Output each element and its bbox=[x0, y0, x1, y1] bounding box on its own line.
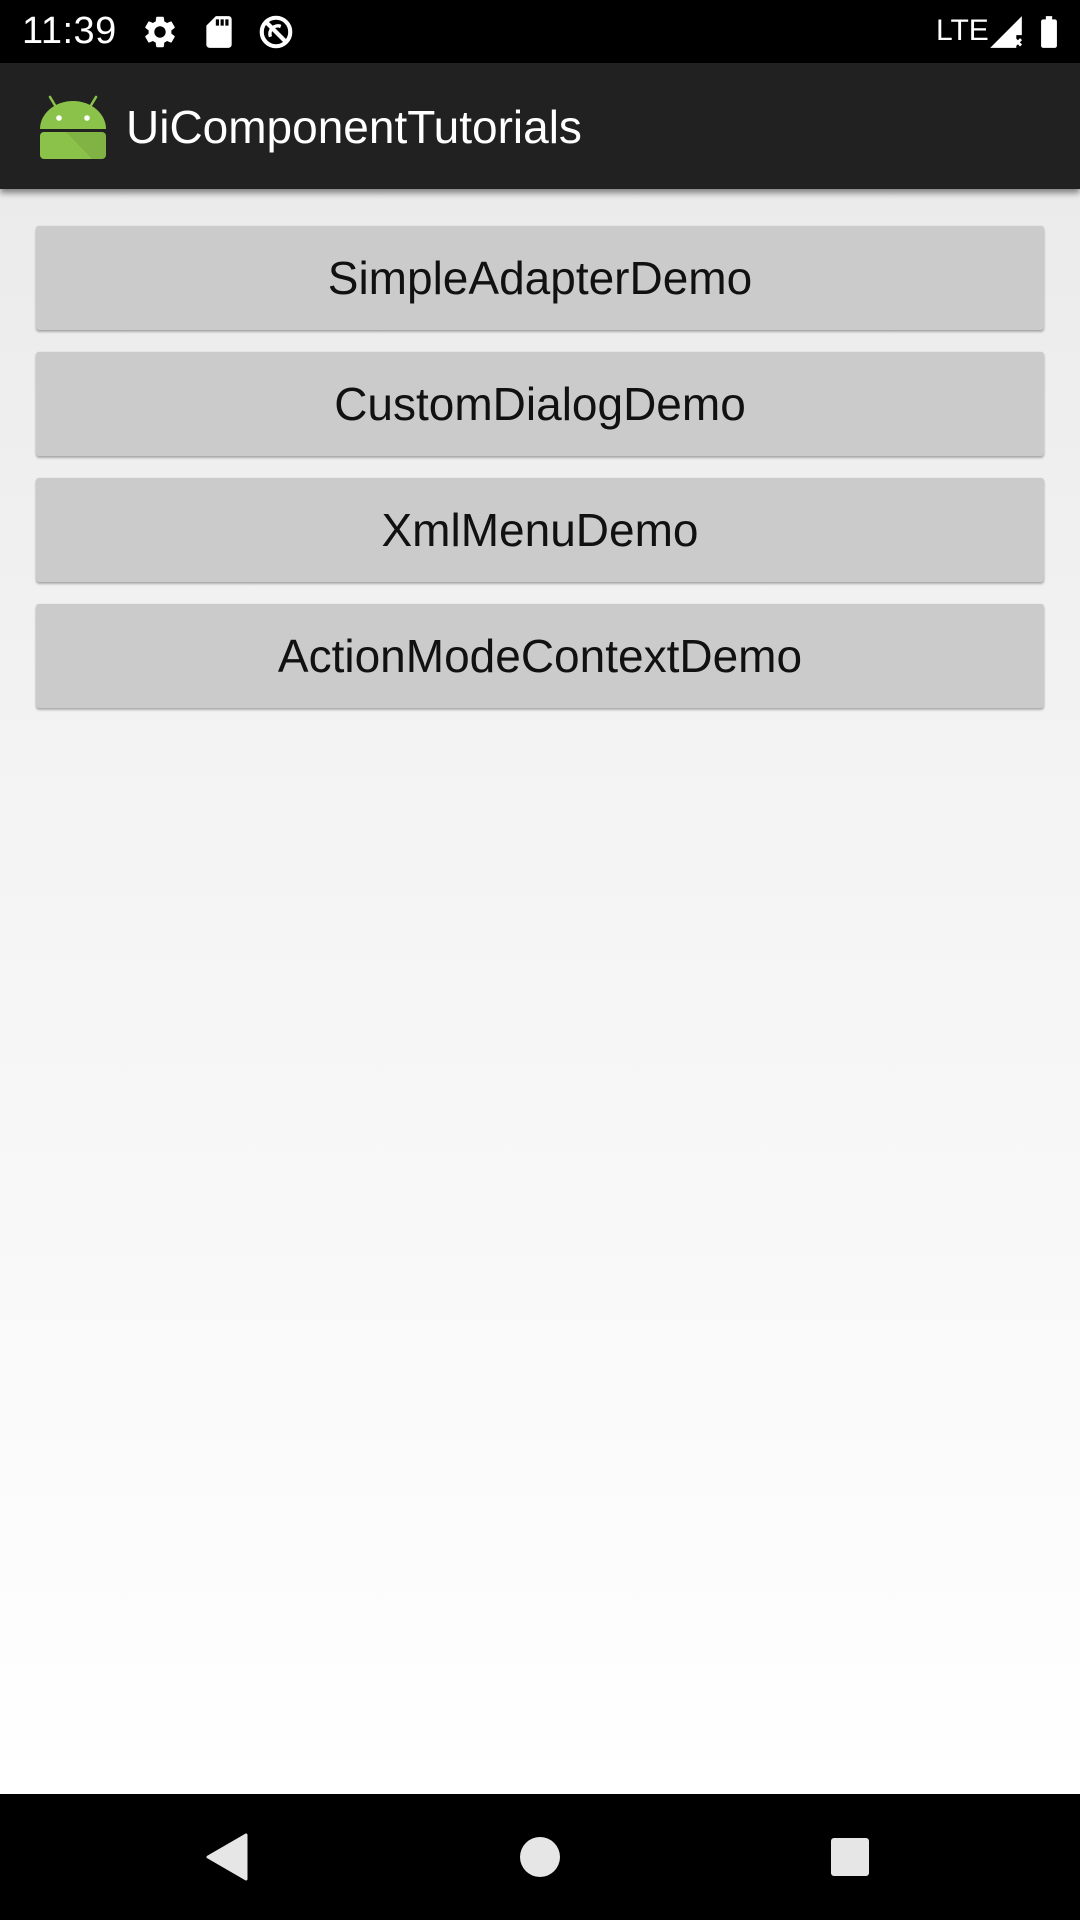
app-bar: UiComponentTutorials bbox=[0, 63, 1080, 189]
data-saver-icon bbox=[259, 15, 293, 49]
signal-icon bbox=[990, 16, 1023, 48]
navigation-bar bbox=[0, 1794, 1080, 1920]
main-content: SimpleAdapterDemo CustomDialogDemo XmlMe… bbox=[0, 189, 1080, 1794]
home-icon[interactable] bbox=[510, 1827, 570, 1887]
status-time: 11:39 bbox=[22, 10, 117, 52]
simple-adapter-demo-button[interactable]: SimpleAdapterDemo bbox=[36, 226, 1044, 330]
screen: 11:39 LTE UiComponentTutorials SimpleAda… bbox=[0, 0, 1080, 1920]
status-bar: 11:39 LTE bbox=[0, 0, 1080, 63]
network-type: LTE bbox=[936, 14, 989, 47]
custom-dialog-demo-button[interactable]: CustomDialogDemo bbox=[36, 352, 1044, 456]
action-mode-context-demo-button[interactable]: ActionModeContextDemo bbox=[36, 604, 1044, 708]
battery-icon bbox=[1041, 16, 1057, 48]
app-title: UiComponentTutorials bbox=[126, 101, 582, 153]
sd-card-icon bbox=[206, 16, 232, 48]
xml-menu-demo-button[interactable]: XmlMenuDemo bbox=[36, 478, 1044, 582]
recents-icon[interactable] bbox=[820, 1827, 880, 1887]
android-icon bbox=[40, 95, 106, 159]
settings-icon bbox=[145, 16, 175, 48]
back-icon[interactable] bbox=[196, 1827, 256, 1887]
